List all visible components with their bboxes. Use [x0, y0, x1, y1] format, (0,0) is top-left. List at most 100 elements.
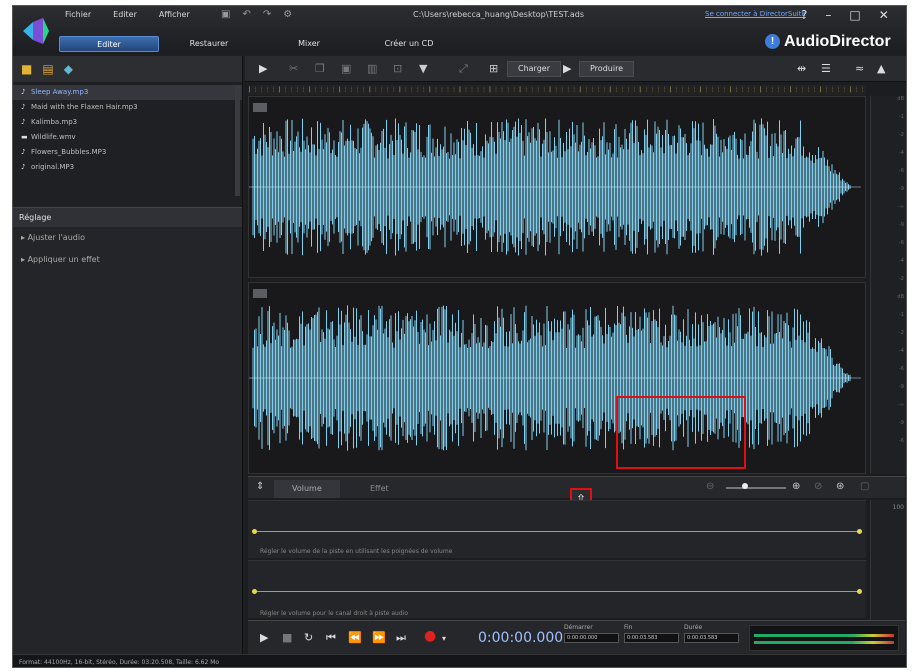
- go-end-icon[interactable]: ⏭: [396, 631, 406, 645]
- fast-forward-icon[interactable]: ⏩: [372, 631, 386, 644]
- insert-icon[interactable]: ▼: [419, 62, 427, 75]
- volume-handle[interactable]: [252, 529, 257, 534]
- list-item[interactable]: ♪ original.MP3: [13, 160, 242, 175]
- duration-label: Durée: [684, 624, 703, 631]
- record-options-icon[interactable]: ▾: [442, 634, 446, 643]
- app-logo: [23, 18, 49, 44]
- copy-icon[interactable]: ❐: [315, 62, 325, 75]
- zoom-slider-thumb[interactable]: [742, 483, 748, 489]
- mode-tabs: Editer Restaurer Mixer Créer un CD: [59, 36, 459, 52]
- menu-fichier[interactable]: Fichier: [65, 10, 91, 19]
- status-bar: Format: 44100Hz, 16-bit, Stéréo, Durée: …: [13, 654, 906, 667]
- maximize-button[interactable]: □: [849, 8, 860, 22]
- list-item[interactable]: ▬ Wildlife.wmv: [13, 130, 242, 145]
- grid-view-icon[interactable]: ☰: [821, 62, 831, 75]
- play-icon[interactable]: ▶: [260, 631, 268, 644]
- music-note-icon: ♪: [21, 103, 26, 111]
- help-button[interactable]: ?: [801, 8, 807, 22]
- list-item[interactable]: ♪ Maid with the Flaxen Hair.mp3: [13, 100, 242, 115]
- menu-afficher[interactable]: Afficher: [159, 10, 190, 19]
- collapse-icon[interactable]: ⇕: [256, 481, 264, 492]
- music-note-icon: ♪: [21, 163, 26, 171]
- fit-view-icon[interactable]: ⇹: [797, 62, 806, 75]
- produce-button[interactable]: Produire: [579, 61, 635, 77]
- redo-icon[interactable]: ↷: [263, 9, 271, 20]
- tab-effet[interactable]: Effet: [352, 480, 407, 498]
- waveform-view-icon[interactable]: ▲: [877, 62, 885, 75]
- trim-icon[interactable]: ⊡: [393, 62, 402, 75]
- media-library: ♪ Sleep Away.mp3 ♪ Maid with the Flaxen Ha…: [13, 82, 242, 207]
- settings-item-effect[interactable]: ▸ Appliquer un effet: [13, 249, 242, 271]
- tab-editer[interactable]: Editer: [59, 36, 159, 52]
- tab-volume[interactable]: Volume: [274, 480, 340, 498]
- cut-icon[interactable]: ✂: [289, 62, 298, 75]
- editor-area: ▶ ✂ ❐ ▣ ▥ ⊡ ▼ ⤢ ⊞ Charger ▶ Produire ⇹ ☰…: [245, 56, 906, 654]
- file-name: original.MP3: [31, 163, 75, 171]
- tab-restaurer[interactable]: Restaurer: [159, 36, 259, 52]
- zoom-in-icon[interactable]: ⊕: [792, 481, 800, 492]
- window-title: C:\Users\rebecca_huang\Desktop\TEST.ads: [413, 10, 585, 19]
- volume-scale-value: 100: [892, 504, 904, 511]
- import-files-icon[interactable]: ▤: [42, 62, 53, 76]
- volume-lane-left[interactable]: Régler le volume de la piste en utilisan…: [248, 500, 866, 558]
- duration-input[interactable]: 0:00:03.583: [684, 633, 739, 643]
- download-icon[interactable]: ◆: [64, 62, 73, 76]
- zoom-selection-icon[interactable]: ⊘: [814, 481, 822, 492]
- settings-item-label: Ajuster l'audio: [27, 233, 85, 242]
- waveform-right-channel[interactable]: [248, 282, 866, 474]
- start-input[interactable]: 0:00:00.000: [564, 633, 619, 643]
- video-icon: ▬: [21, 133, 28, 141]
- fade-icon[interactable]: ⤢: [459, 62, 468, 76]
- zoom-slider[interactable]: [726, 487, 786, 489]
- tab-creer-cd[interactable]: Créer un CD: [359, 36, 459, 52]
- zoom-full-icon[interactable]: ⊛: [836, 481, 844, 492]
- repeat-icon[interactable]: ↻: [304, 631, 313, 644]
- settings-icon[interactable]: ⚙: [283, 9, 292, 20]
- stop-icon[interactable]: ■: [282, 631, 292, 644]
- sign-in-link[interactable]: Se connecter à DirectorSuite: [705, 10, 806, 18]
- tab-mixer[interactable]: Mixer: [259, 36, 359, 52]
- select-tool-icon[interactable]: ▶: [259, 62, 267, 75]
- undo-icon[interactable]: ↶: [242, 9, 250, 20]
- highlight-box: [616, 396, 746, 469]
- start-label: Démarrer: [564, 624, 593, 631]
- rewind-icon[interactable]: ⏪: [348, 631, 362, 644]
- library-scrollbar[interactable]: [235, 86, 240, 196]
- settings-item-adjust[interactable]: ▸ Ajuster l'audio: [13, 227, 242, 249]
- start-field: Démarrer 0:00:00.000: [564, 624, 619, 643]
- brand: ! AudioDirector: [765, 33, 891, 51]
- volume-lane-right[interactable]: Régler le volume pour le canal droit à p…: [248, 560, 866, 618]
- load-button[interactable]: Charger: [507, 61, 561, 77]
- timeline-ruler[interactable]: ┃┊┊┊┊┃┊┊┊┊┃┊┊┊┊┃┊┊┊┊┃┊┊┊┊┃┊┊┊┊┃┊┊┊┊┃┊┊┊┊…: [248, 85, 866, 95]
- save-icon[interactable]: ▣: [221, 9, 230, 20]
- minimize-button[interactable]: –: [825, 8, 831, 22]
- file-name: Maid with the Flaxen Hair.mp3: [31, 103, 138, 111]
- list-item[interactable]: ♪ Sleep Away.mp3: [13, 85, 242, 100]
- zoom-out-icon[interactable]: ⊖: [706, 481, 714, 492]
- close-button[interactable]: ✕: [879, 8, 889, 22]
- app-window: Fichier Editer Afficher ▣ ↶ ↷ ⚙ C:\Users…: [12, 5, 907, 668]
- record-icon[interactable]: ●: [424, 628, 436, 644]
- music-note-icon: ♪: [21, 148, 26, 156]
- end-input[interactable]: 0:00:03.583: [624, 633, 679, 643]
- volume-handle[interactable]: [252, 589, 257, 594]
- fit-icon[interactable]: ▢: [860, 481, 869, 492]
- volume-line[interactable]: [254, 531, 862, 532]
- go-start-icon[interactable]: ⏮: [326, 631, 336, 645]
- menu-editer[interactable]: Editer: [113, 10, 137, 19]
- paste-icon[interactable]: ▣: [341, 62, 351, 75]
- level-meter: [749, 625, 899, 651]
- mixer-icon[interactable]: ⊞: [489, 62, 498, 75]
- volume-line[interactable]: [254, 591, 862, 592]
- import-folder-icon[interactable]: ■: [21, 62, 32, 76]
- waveform-left-channel[interactable]: [248, 96, 866, 278]
- volume-handle[interactable]: [857, 589, 862, 594]
- spectrum-view-icon[interactable]: ≈: [855, 62, 864, 75]
- produce-icon[interactable]: ▶: [563, 62, 571, 75]
- list-item[interactable]: ♪ Kalimba.mp3: [13, 115, 242, 130]
- window-controls: ? – □ ✕: [801, 8, 889, 22]
- volume-handle[interactable]: [857, 529, 862, 534]
- list-item[interactable]: ♪ Flowers_Bubbles.MP3: [13, 145, 242, 160]
- duration-field: Durée 0:00:03.583: [684, 624, 739, 643]
- delete-icon[interactable]: ▥: [367, 62, 377, 75]
